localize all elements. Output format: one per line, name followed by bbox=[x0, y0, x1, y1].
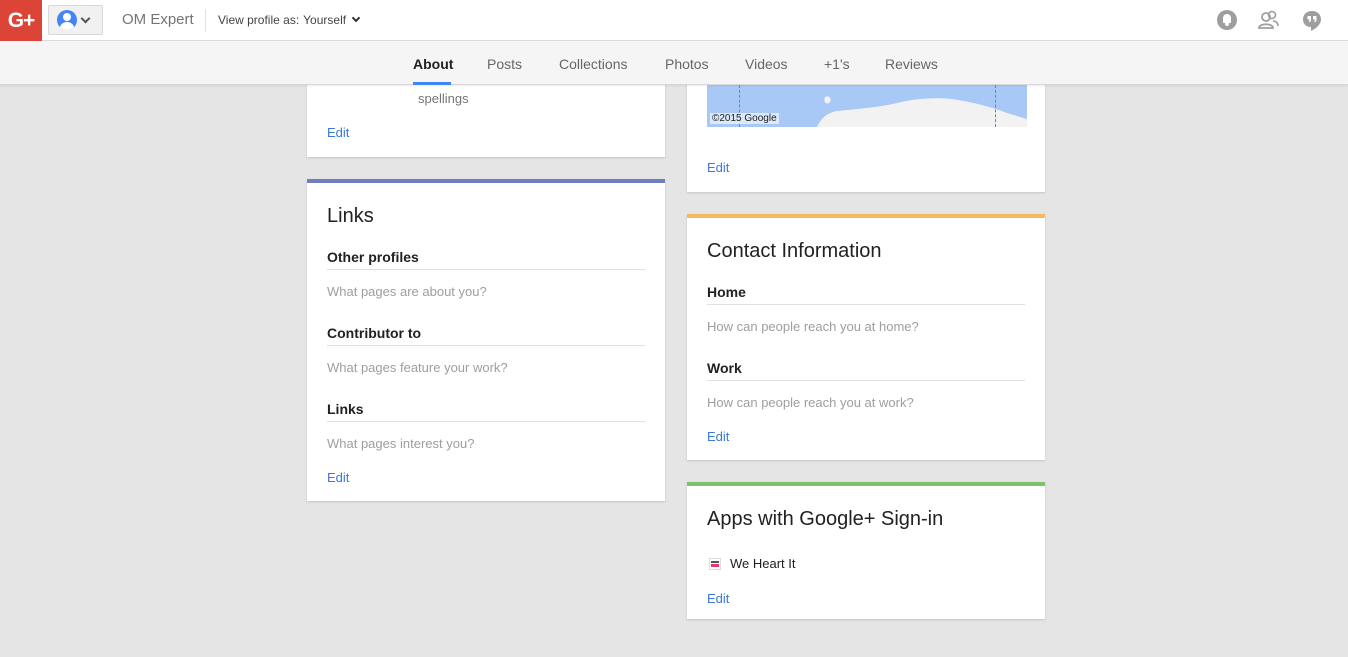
divider bbox=[327, 269, 645, 270]
view-profile-as-dropdown[interactable]: View profile as: Yourself bbox=[218, 13, 361, 27]
tab-posts[interactable]: Posts bbox=[487, 56, 522, 72]
tab-about[interactable]: About bbox=[413, 56, 453, 72]
links-hint[interactable]: What pages interest you? bbox=[327, 436, 474, 451]
chevron-down-icon bbox=[351, 13, 361, 23]
contact-information-card: Contact Information Home How can people … bbox=[687, 214, 1045, 460]
divider bbox=[707, 380, 1025, 381]
hangouts-icon[interactable] bbox=[1302, 10, 1322, 31]
we-heart-it-icon bbox=[709, 558, 721, 570]
tab-plus-ones[interactable]: +1's bbox=[824, 56, 850, 72]
links-card: Links Other profiles What pages are abou… bbox=[307, 179, 665, 501]
view-profile-value: Yourself bbox=[303, 13, 347, 27]
work-contact-hint[interactable]: How can people reach you at work? bbox=[707, 395, 914, 410]
work-label: Work bbox=[707, 360, 742, 376]
links-card-title: Links bbox=[327, 205, 374, 227]
other-profiles-hint[interactable]: What pages are about you? bbox=[327, 284, 487, 299]
app-name[interactable]: We Heart It bbox=[730, 556, 796, 571]
tab-videos[interactable]: Videos bbox=[745, 56, 788, 72]
apps-card-title: Apps with Google+ Sign-in bbox=[707, 508, 944, 530]
divider bbox=[327, 345, 645, 346]
edit-places-link[interactable]: Edit bbox=[707, 160, 729, 175]
home-contact-hint[interactable]: How can people reach you at home? bbox=[707, 319, 919, 334]
map-copyright: ©2015 Google bbox=[710, 113, 779, 124]
divider bbox=[205, 9, 206, 32]
contact-card-title: Contact Information bbox=[707, 240, 882, 262]
edit-story-link[interactable]: Edit bbox=[327, 125, 349, 140]
people-icon[interactable] bbox=[1257, 10, 1279, 30]
home-label: Home bbox=[707, 284, 746, 300]
notifications-icon[interactable] bbox=[1217, 10, 1237, 30]
other-profiles-label: Other profiles bbox=[327, 249, 419, 265]
links-label: Links bbox=[327, 401, 364, 417]
contributor-to-label: Contributor to bbox=[327, 325, 422, 341]
google-plus-logo[interactable]: G+ bbox=[0, 0, 42, 41]
divider bbox=[327, 421, 645, 422]
tab-collections[interactable]: Collections bbox=[559, 56, 627, 72]
edit-links-link[interactable]: Edit bbox=[327, 470, 349, 485]
tab-reviews[interactable]: Reviews bbox=[885, 56, 938, 72]
active-tab-indicator bbox=[413, 82, 451, 85]
tab-photos[interactable]: Photos bbox=[665, 56, 709, 72]
story-text: spellings bbox=[418, 91, 469, 106]
edit-apps-link[interactable]: Edit bbox=[707, 591, 729, 606]
edit-contact-link[interactable]: Edit bbox=[707, 429, 729, 444]
chevron-down-icon bbox=[80, 13, 91, 23]
apps-signin-card: Apps with Google+ Sign-in We Heart It Ed… bbox=[687, 482, 1045, 619]
divider bbox=[707, 304, 1025, 305]
account-switcher[interactable] bbox=[48, 5, 103, 35]
profile-tab-bar: About Posts Collections Photos Videos +1… bbox=[0, 41, 1348, 85]
avatar bbox=[57, 10, 77, 30]
view-profile-label: View profile as: bbox=[218, 13, 300, 27]
map-boundary bbox=[995, 85, 996, 127]
map-image[interactable]: ©2015 Google bbox=[707, 85, 1027, 127]
contributor-to-hint[interactable]: What pages feature your work? bbox=[327, 360, 508, 375]
page-title[interactable]: OM Expert bbox=[122, 11, 194, 28]
top-bar: G+ OM Expert View profile as: Yourself bbox=[0, 0, 1348, 41]
